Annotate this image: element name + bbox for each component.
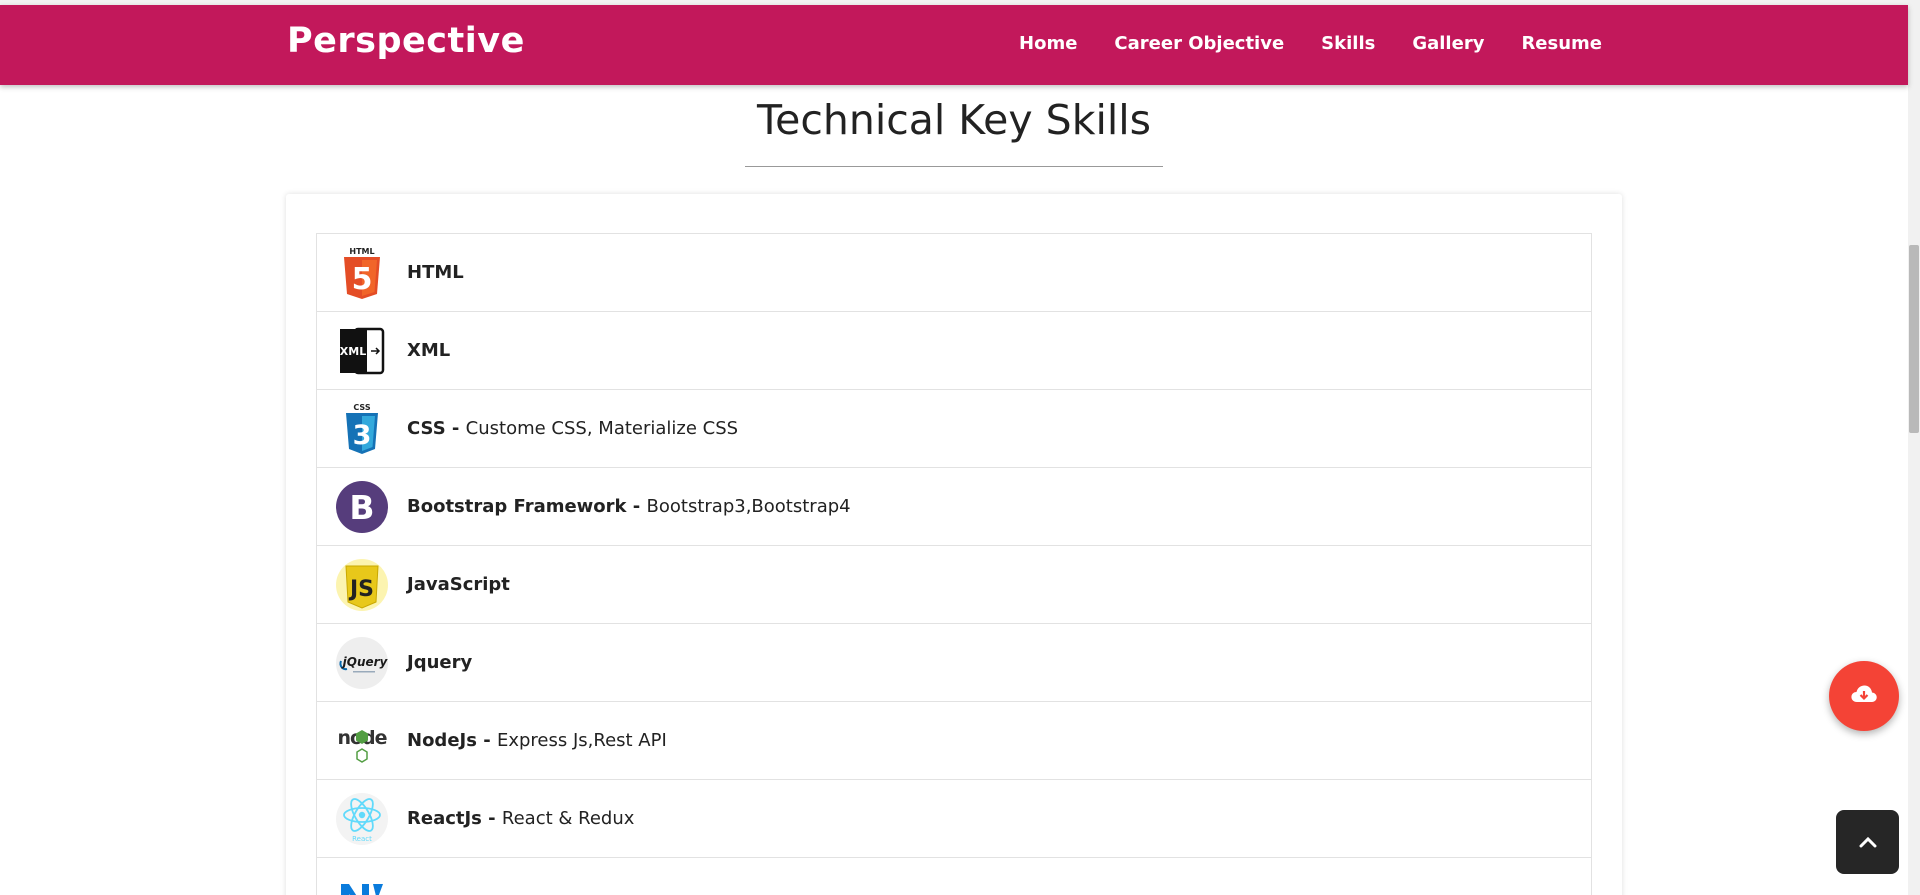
skill-name: XML [407, 340, 451, 361]
skill-name: CSS - [407, 418, 466, 439]
skill-name: Bootstrap Framework - [407, 496, 647, 517]
skill-label: CSS - Custome CSS, Materialize CSS [407, 418, 738, 439]
scrollbar-thumb[interactable] [1909, 245, 1919, 433]
skill-name: JavaScript [407, 574, 510, 595]
page-scrollbar[interactable] [1908, 0, 1920, 895]
html5-logo-icon: HTML 5 [335, 246, 389, 300]
skill-label: XML [407, 340, 450, 361]
skill-item-jquery: jQuery Jquery [317, 624, 1591, 702]
chevron-up-icon [1859, 833, 1877, 852]
skill-item-nodejs: node NodeJs - Express Js,Rest API [317, 702, 1591, 780]
nav-resume-link[interactable]: Resume [1521, 33, 1602, 54]
nav-home-link[interactable]: Home [1019, 33, 1077, 54]
skill-label: Jquery [407, 652, 472, 673]
jquery-logo-icon: jQuery [335, 636, 389, 690]
nav-links: Home Career Objective Skills Gallery Res… [1019, 33, 1602, 54]
title-divider [745, 166, 1163, 167]
skill-label: NodeJs - Express Js,Rest API [407, 730, 667, 751]
js-logo-label: JS [348, 577, 374, 602]
skill-detail: React & Redux [501, 808, 635, 829]
skill-label: JavaScript [407, 574, 510, 595]
skill-detail: Express Js,Rest API [496, 730, 667, 751]
bootstrap-logo-letter: B [349, 488, 374, 527]
skill-label: Bootstrap Framework - Bootstrap3,Bootstr… [407, 496, 851, 517]
xml-logo-label: XML [340, 345, 366, 358]
back-to-top-button[interactable] [1836, 810, 1899, 874]
skills-list: HTML 5 HTML XML XML CSS 3 CSS - Custome … [316, 233, 1592, 895]
skill-item-css: CSS 3 CSS - Custome CSS, Materialize CSS [317, 390, 1591, 468]
download-resume-button[interactable] [1829, 661, 1899, 731]
skill-name: HTML [407, 262, 464, 283]
skill-name: Jquery [407, 652, 473, 673]
nodejs-logo-icon: node [335, 714, 389, 768]
brand-logo[interactable]: Perspective [287, 21, 525, 61]
top-navbar: Perspective Home Career Objective Skills… [0, 5, 1908, 85]
nav-career-objective-link[interactable]: Career Objective [1114, 33, 1284, 54]
section-title: Technical Key Skills [757, 96, 1151, 144]
skill-item-partial [317, 858, 1591, 895]
nav-gallery-link[interactable]: Gallery [1412, 33, 1484, 54]
skill-item-javascript: JS JavaScript [317, 546, 1591, 624]
jquery-logo-label: jQuery [341, 655, 389, 669]
skill-item-xml: XML XML [317, 312, 1591, 390]
nav-skills-link[interactable]: Skills [1321, 33, 1375, 54]
css3-logo-label: CSS [353, 403, 370, 412]
react-logo-label: React [352, 835, 372, 843]
skill-item-html: HTML 5 HTML [317, 234, 1591, 312]
skill-detail: Custome CSS, Materialize CSS [465, 418, 739, 439]
html5-logo-digit: 5 [352, 262, 373, 297]
skill-name: NodeJs - [407, 730, 497, 751]
skill-item-reactjs: React ReactJs - React & Redux [317, 780, 1591, 858]
bootstrap-logo-icon: B [335, 480, 389, 534]
skill-detail: Bootstrap3,Bootstrap4 [646, 496, 851, 517]
skill-name: ReactJs - [407, 808, 502, 829]
css3-logo-icon: CSS 3 [335, 402, 389, 456]
xml-logo-icon: XML [335, 324, 389, 378]
partial-logo-icon [335, 870, 389, 895]
javascript-logo-icon: JS [335, 558, 389, 612]
html5-logo-label: HTML [349, 247, 374, 256]
react-logo-icon: React [335, 792, 389, 846]
cloud-download-icon [1851, 684, 1877, 708]
skills-card: HTML 5 HTML XML XML CSS 3 CSS - Custome … [286, 194, 1622, 895]
skill-label: HTML [407, 262, 464, 283]
css3-logo-digit: 3 [353, 420, 372, 451]
skill-item-bootstrap: B Bootstrap Framework - Bootstrap3,Boots… [317, 468, 1591, 546]
skill-label: ReactJs - React & Redux [407, 808, 634, 829]
